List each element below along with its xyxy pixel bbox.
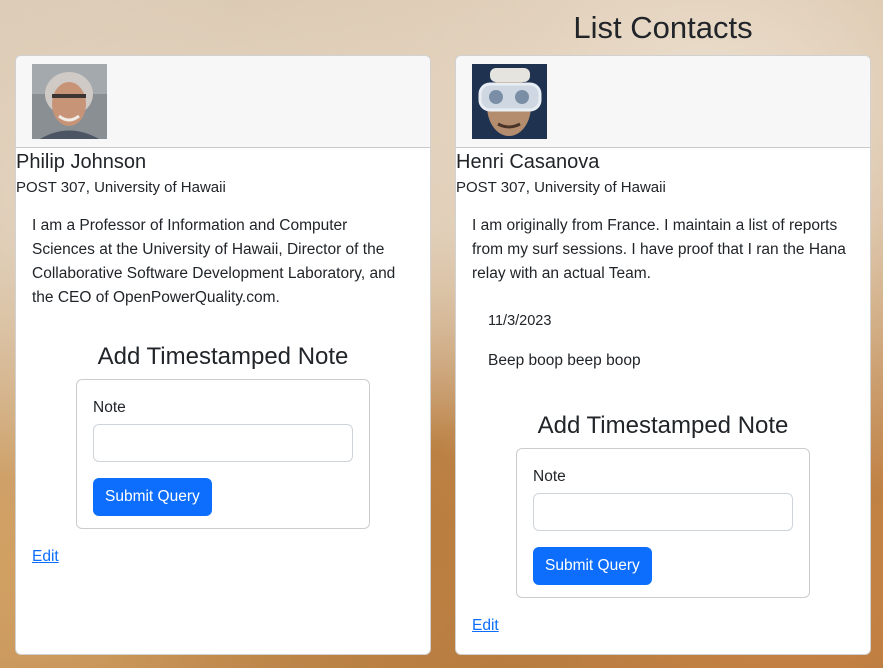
contact-address: POST 307, University of Hawaii [456,179,666,196]
edit-link[interactable]: Edit [32,548,59,566]
add-note-section: Add Timestamped Note Note Submit Query [456,412,870,598]
contact-description: I am a Professor of Information and Comp… [32,217,396,306]
note-entry: 11/3/2023 Beep boop beep boop [488,311,838,371]
note-form: Note Submit Query [76,379,370,529]
submit-query-button[interactable]: Submit Query [533,547,652,585]
contact-name: Henri Casanova [456,151,600,173]
contact-card-henri-casanova: Henri Casanova POST 307, University of H… [455,55,871,655]
add-note-title: Add Timestamped Note [97,343,349,370]
contact-avatar [472,64,547,139]
note-form: Note Submit Query [516,448,810,598]
note-label: Note [533,468,566,485]
submit-query-button[interactable]: Submit Query [93,478,212,516]
note-input[interactable] [533,493,793,531]
add-note-title: Add Timestamped Note [537,412,789,439]
contact-description: I am originally from France. I maintain … [472,217,846,282]
edit-link[interactable]: Edit [472,617,499,635]
card-header [456,56,870,148]
note-input[interactable] [93,424,353,462]
contact-address: POST 307, University of Hawaii [16,179,226,196]
contact-name: Philip Johnson [16,151,147,173]
note-text: Beep boop beep boop [488,352,641,369]
contact-card-philip-johnson: Philip Johnson POST 307, University of H… [15,55,431,655]
add-note-section: Add Timestamped Note Note Submit Query [16,343,430,529]
note-label: Note [93,399,126,416]
contact-avatar [32,64,107,139]
page-title: List Contacts [573,10,753,45]
card-header [16,56,430,148]
note-date: 11/3/2023 [488,313,552,329]
